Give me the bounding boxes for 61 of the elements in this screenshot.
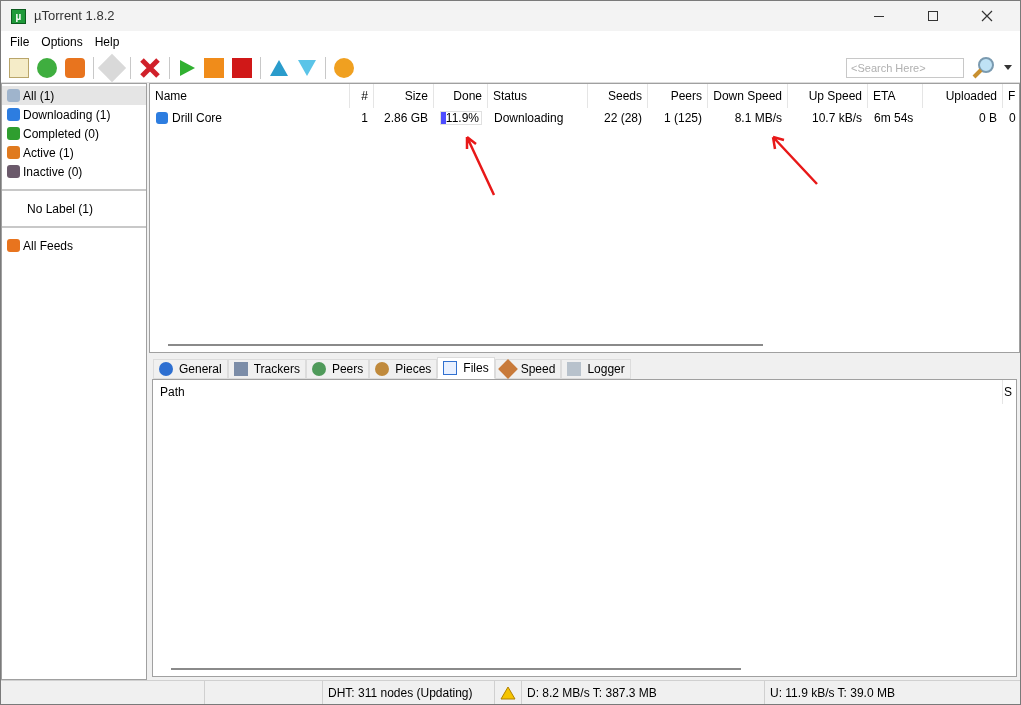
column-header[interactable]: Done: [434, 84, 488, 108]
menu-item[interactable]: Help: [89, 33, 125, 51]
upload-status: U: 11.9 kB/s T: 39.0 MB: [769, 684, 896, 702]
up-triangle-icon[interactable]: [269, 58, 289, 77]
tab[interactable]: Peers: [305, 359, 370, 379]
app-logo: µ: [11, 8, 26, 24]
column-header[interactable]: Name: [150, 84, 350, 108]
delete-x-icon[interactable]: [139, 56, 161, 79]
sidebar-item[interactable]: All (1): [2, 86, 146, 105]
annotation-arrow: [769, 133, 821, 187]
search-field[interactable]: <Search Here>: [846, 57, 964, 78]
tab[interactable]: Speed: [494, 359, 562, 379]
play-icon[interactable]: [178, 58, 196, 77]
dropdown-caret-icon[interactable]: [1004, 65, 1012, 70]
table-cell-text: 0 B: [979, 110, 997, 127]
column-header[interactable]: Status: [488, 84, 588, 108]
table-cell-text: 6m 54s: [874, 110, 914, 127]
tab[interactable]: General: [153, 359, 228, 379]
sidebar-item[interactable]: No Label (1): [2, 199, 146, 218]
torrent-row[interactable]: Drill Core 1 2.86 GB 11.9% Downloading 22 (28) 1 (125) 8.1 MB/s 10.7 kB/s 6m 54s 0 B 0: [150, 108, 1019, 128]
menu-item[interactable]: Options: [36, 33, 88, 51]
column-header[interactable]: Seeds: [588, 84, 648, 108]
table-cell-text: 1 (125): [663, 110, 702, 127]
column-header[interactable]: Path: [153, 380, 1003, 404]
stop-icon[interactable]: [232, 57, 252, 78]
menu-item[interactable]: File: [5, 33, 35, 51]
sidebar-item[interactable]: All Feeds: [2, 236, 146, 255]
down-triangle-icon[interactable]: [297, 58, 317, 77]
table-cell-text: 1: [361, 110, 368, 127]
search-icon[interactable]: [972, 55, 996, 80]
download-status: D: 8.2 MB/s T: 387.3 MB: [521, 681, 765, 704]
warning-icon: [500, 685, 516, 700]
table-cell-text: 10.7 kB/s: [811, 110, 862, 127]
table-cell-text: 0: [1009, 110, 1016, 127]
column-header[interactable]: S: [1003, 380, 1016, 404]
close-icon: [981, 10, 993, 22]
column-header[interactable]: Peers: [648, 84, 708, 108]
column-header[interactable]: ETA: [868, 84, 923, 108]
table-cell-text: Downloading: [494, 110, 564, 127]
table-cell-text: 22 (28): [603, 110, 642, 127]
column-header[interactable]: #: [350, 84, 374, 108]
column-header[interactable]: F: [1003, 84, 1019, 108]
annotation-arrow: [463, 133, 497, 197]
tab[interactable]: Logger: [561, 359, 631, 379]
table-cell-text: Drill Core: [172, 110, 222, 127]
sidebar-item[interactable]: Active (1): [2, 143, 146, 162]
window-title: µTorrent 1.8.2: [34, 7, 115, 26]
column-header[interactable]: Down Speed: [708, 84, 788, 108]
sidebar-item[interactable]: Downloading (1): [2, 105, 146, 124]
column-header[interactable]: Up Speed: [788, 84, 868, 108]
table-cell-text: 2.86 GB: [383, 110, 428, 127]
sidebar-item[interactable]: Completed (0): [2, 124, 146, 143]
tab[interactable]: Pieces: [369, 359, 438, 379]
table-cell-text: 11.9%: [445, 110, 479, 127]
table-cell-text: 8.1 MB/s: [734, 110, 782, 127]
dht-status: DHT: 311 nodes (Updating): [323, 681, 495, 704]
column-header[interactable]: Size: [374, 84, 434, 108]
column-header[interactable]: Uploaded: [923, 84, 1003, 108]
tab[interactable]: Trackers: [227, 359, 306, 379]
tab[interactable]: Files: [437, 357, 495, 379]
sidebar-item[interactable]: Inactive (0): [2, 162, 146, 181]
